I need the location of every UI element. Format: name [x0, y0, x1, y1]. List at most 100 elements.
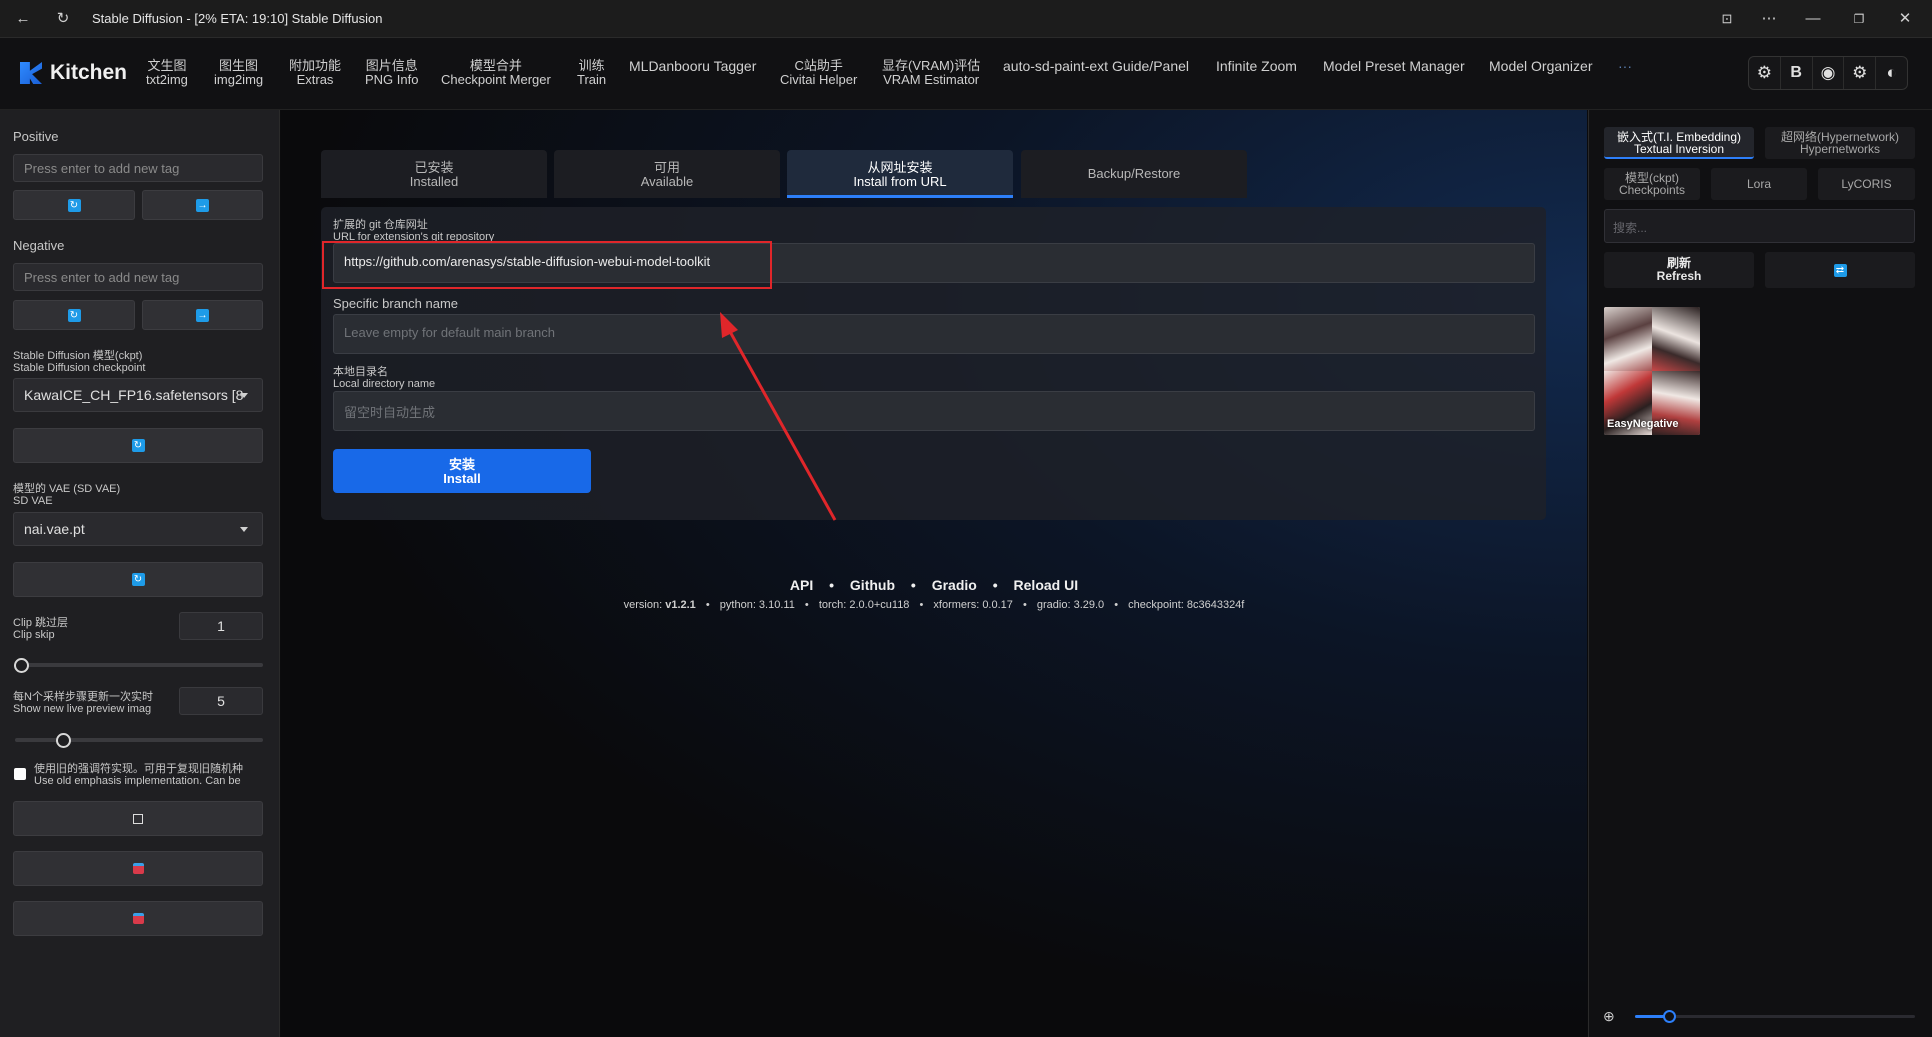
footer-sep: •	[705, 599, 710, 611]
ckpt-refresh-button[interactable]: ↻	[13, 428, 263, 463]
ckpt-label-en: Stable Diffusion checkpoint	[13, 362, 146, 374]
action-button-1[interactable]	[13, 801, 263, 836]
search-input[interactable]: 搜索...	[1604, 209, 1915, 243]
live-preview-number[interactable]: 5	[179, 687, 263, 715]
negative-tag-input[interactable]: Press enter to add new tag	[13, 263, 263, 291]
nav-model-organizer[interactable]: Model Organizer	[1489, 59, 1593, 73]
nav-txt2img[interactable]: 文生图 txt2img	[146, 59, 188, 87]
tab-lora[interactable]: Lora	[1711, 168, 1807, 200]
nav-model-preset-manager[interactable]: Model Preset Manager	[1323, 59, 1465, 73]
clip-skip-slider[interactable]	[15, 663, 263, 667]
footer-link-github[interactable]: Github	[850, 577, 895, 593]
arrow-right-icon: →	[196, 198, 209, 212]
brand-name: Kitchen	[50, 61, 128, 84]
action-button-3[interactable]	[13, 901, 263, 936]
action-button-2[interactable]	[13, 851, 263, 886]
tab-installed[interactable]: 已安装 Installed	[321, 150, 547, 198]
tab-label-en: Checkpoints	[1618, 183, 1686, 197]
url-highlight-box	[322, 241, 772, 289]
footer-link-reload-ui[interactable]: Reload UI	[1014, 577, 1079, 593]
nav-infinite-zoom[interactable]: Infinite Zoom	[1216, 59, 1297, 73]
nav-png-info[interactable]: 图片信息 PNG Info	[365, 59, 418, 87]
brand[interactable]: Kitchen	[20, 58, 127, 88]
refresh-icon: ↻	[67, 308, 81, 322]
load-icon	[132, 913, 144, 924]
tab-checkpoints[interactable]: 模型(ckpt) Checkpoints	[1604, 168, 1700, 200]
kitchen-logo-icon	[20, 62, 42, 84]
nav-vram-estimator[interactable]: 显存(VRAM)评估 VRAM Estimator	[882, 59, 980, 87]
tab-available[interactable]: 可用 Available	[554, 150, 780, 198]
close-icon[interactable]: ✕	[1892, 6, 1918, 32]
tab-textual-inversion[interactable]: 嵌入式(T.I. Embedding) Textual Inversion	[1604, 127, 1754, 159]
bold-icon[interactable]: B	[1781, 57, 1813, 89]
reload-icon[interactable]: ↻	[50, 6, 76, 32]
restore-icon[interactable]: ❐	[1846, 6, 1872, 32]
positive-send-button[interactable]: →	[142, 190, 263, 220]
torch-version: torch: 2.0.0+cu118	[818, 599, 910, 611]
live-preview-slider-thumb[interactable]	[56, 733, 71, 748]
nav-label-en: Checkpoint Merger	[441, 72, 551, 87]
nav-more[interactable]: ···	[1618, 59, 1632, 73]
positive-tag-input[interactable]: Press enter to add new tag	[13, 154, 263, 182]
tab-lycoris[interactable]: LyCORIS	[1818, 168, 1915, 200]
footer-sep: •	[1114, 599, 1119, 611]
install-button[interactable]: 安装 Install	[333, 449, 591, 493]
left-sidebar: Positive Press enter to add new tag ↻ → …	[0, 110, 280, 1037]
tab-label-zh: 可用	[653, 160, 680, 175]
refresh-button[interactable]: 刷新 Refresh	[1604, 252, 1754, 288]
back-icon[interactable]: ←	[10, 6, 36, 32]
tab-hypernetworks[interactable]: 超网络(Hypernetwork) Hypernetworks	[1765, 127, 1915, 159]
tab-search-icon[interactable]: ⊡	[1714, 6, 1740, 32]
tab-install-from-url[interactable]: 从网址安装 Install from URL	[787, 150, 1013, 198]
footer-sep: •	[919, 599, 924, 611]
nav-checkpoint-merger[interactable]: 模型合并 Checkpoint Merger	[441, 59, 551, 87]
old-emphasis-checkbox[interactable]	[14, 768, 26, 780]
vae-select[interactable]: nai.vae.pt	[13, 512, 263, 546]
window-titlebar: ← ↻ Stable Diffusion - [2% ETA: 19:10] S…	[0, 0, 1932, 38]
nav-extras[interactable]: 附加功能 Extras	[289, 59, 341, 87]
live-preview-slider[interactable]	[15, 738, 263, 742]
minimize-icon[interactable]: —	[1800, 6, 1826, 32]
ckpt-select[interactable]: KawaICE_CH_FP16.safetensors [8	[13, 378, 263, 412]
branch-input[interactable]: Leave empty for default main branch	[333, 314, 1535, 354]
footer-link-gradio[interactable]: Gradio	[932, 577, 977, 593]
negative-send-button[interactable]: →	[142, 300, 263, 330]
nav-img2img[interactable]: 图生图 img2img	[214, 59, 263, 87]
more-icon[interactable]: ⋯	[1756, 6, 1782, 32]
nav-label-zh: 文生图	[147, 58, 187, 73]
tab-label-zh: 从网址安装	[867, 160, 933, 175]
vae-refresh-button[interactable]: ↻	[13, 562, 263, 597]
nav-train[interactable]: 训练 Train	[577, 59, 606, 87]
footer-sep: •	[1022, 599, 1027, 611]
checkpoint-hash: checkpoint: 8c3643324f	[1128, 599, 1245, 611]
theme-toggle-icon[interactable]: ◐	[1876, 57, 1907, 89]
tab-backup-restore[interactable]: Backup/Restore	[1021, 150, 1247, 198]
zoom-slider[interactable]	[1635, 1015, 1915, 1018]
footer-sep: •	[804, 599, 809, 611]
ckpt-value: KawaICE_CH_FP16.safetensors [8	[24, 387, 244, 403]
zoom-slider-thumb[interactable]	[1663, 1010, 1676, 1023]
footer-sep: •	[829, 577, 835, 593]
nav-mldanbooru-tagger[interactable]: MLDanbooru Tagger	[629, 59, 756, 73]
dir-input[interactable]: 留空时自动生成	[333, 391, 1535, 431]
tab-label-en: Textual Inversion	[1633, 142, 1725, 156]
nav-label-en: Extras	[296, 72, 334, 87]
tab-label-zh: 已安装	[414, 160, 454, 175]
negative-refresh-button[interactable]: ↻	[13, 300, 135, 330]
github-icon[interactable]: ◉	[1813, 57, 1845, 89]
refresh-icon: ↻	[131, 573, 145, 586]
clip-skip-slider-thumb[interactable]	[14, 658, 29, 673]
embedding-card-easynegative[interactable]: EasyNegative	[1604, 307, 1700, 435]
nav-auto-sd-paint-ext[interactable]: auto-sd-paint-ext Guide/Panel	[1003, 59, 1189, 73]
nav-label-en: PNG Info	[365, 72, 419, 87]
install-label-zh: 安装	[448, 457, 475, 472]
old-emphasis-label: 使用旧的强调符实现。可用于复现旧随机种 Use old emphasis impl…	[34, 763, 243, 787]
clip-skip-label: Clip 跳过层 Clip skip	[13, 617, 68, 641]
network-sync-button[interactable]: ⇄	[1765, 252, 1915, 288]
gear-icon[interactable]: ⚙	[1844, 57, 1877, 89]
positive-refresh-button[interactable]: ↻	[13, 190, 135, 220]
settings-icon[interactable]: ⚙	[1749, 57, 1781, 89]
clip-skip-number[interactable]: 1	[179, 612, 263, 640]
nav-civitai-helper[interactable]: C站助手 Civitai Helper	[780, 59, 857, 87]
footer-link-api[interactable]: API	[790, 577, 813, 593]
